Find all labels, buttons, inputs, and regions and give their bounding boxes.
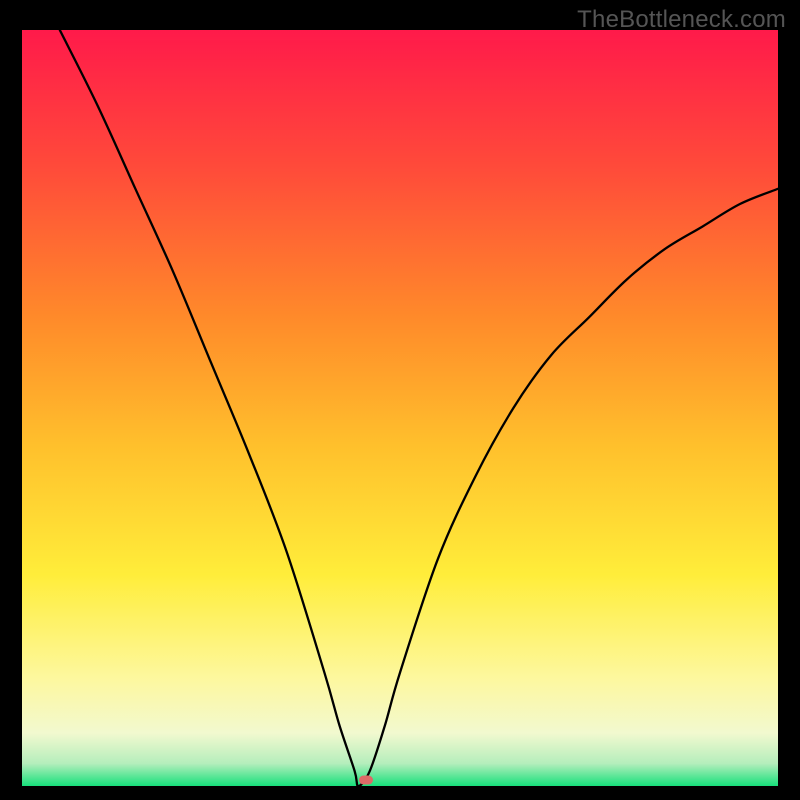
plot-area: [22, 30, 778, 786]
chart-frame: TheBottleneck.com: [0, 0, 800, 800]
bottleneck-curve: [22, 30, 778, 786]
minimum-marker-icon: [359, 775, 373, 784]
watermark-text: TheBottleneck.com: [577, 6, 786, 34]
